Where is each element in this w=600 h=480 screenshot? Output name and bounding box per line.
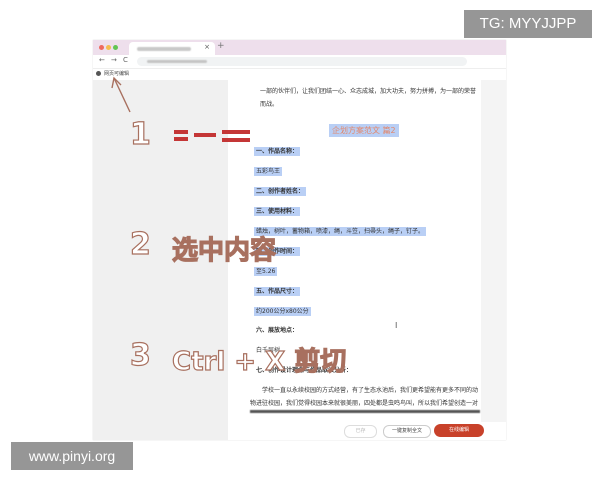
step-1-number: 1 bbox=[129, 116, 151, 152]
step-3-number: 3 bbox=[129, 337, 151, 373]
watermark-bottom-left: www.pinyi.org bbox=[11, 442, 133, 470]
step-2-number: 2 bbox=[129, 226, 151, 262]
step-2-text: 选中内容 bbox=[171, 235, 277, 266]
step-3-text: Ctrl + X 剪切 bbox=[171, 346, 347, 377]
step-1-redacted-text bbox=[174, 130, 252, 142]
arrow-annotation-icon bbox=[111, 76, 131, 113]
